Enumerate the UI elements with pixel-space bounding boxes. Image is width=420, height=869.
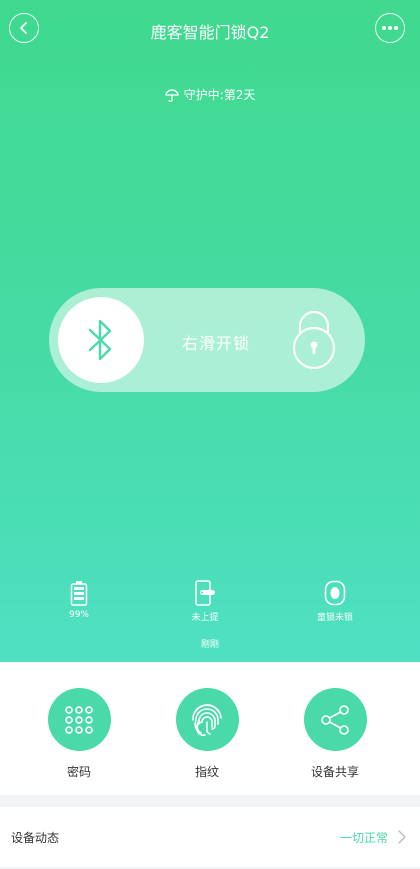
keypad-icon [65,705,93,734]
fingerprint-circle[interactable] [175,688,239,751]
fingerprint-icon [192,703,222,736]
padlock-icon [292,310,336,370]
child-lock-value: 童锁未锁 [316,613,353,623]
child-lock-icon [324,580,346,606]
quick-actions: 密码 指纹 设备共享 [0,662,420,795]
fingerprint-button[interactable]: 指纹 [152,688,262,780]
guard-status: 守护中:第2天 [0,86,420,103]
page-title: 鹿客智能门锁Q2 [150,23,270,42]
device-share-button[interactable]: 设备共享 [280,688,390,780]
password-circle[interactable] [47,688,111,751]
device-share-circle[interactable] [303,688,367,751]
guard-status-text: 守护中:第2天 [183,88,256,102]
chevron-right-icon [398,830,406,844]
fingerprint-label: 指纹 [194,765,219,779]
more-dots-icon [382,26,398,30]
door-handle-icon [195,580,215,606]
umbrella-icon [165,88,179,102]
more-button[interactable] [375,13,405,43]
handle-status: 未上提 [165,580,245,623]
slider-label: 右滑开锁 [182,334,251,353]
child-lock-status: 童锁未锁 [295,580,375,623]
device-share-label: 设备共享 [310,765,359,779]
battery-value: 99% [68,610,89,620]
battery-icon [70,581,88,606]
device-activity-row[interactable]: 设备动态 一切正常 [0,807,420,867]
device-activity-label: 设备动态 [11,831,60,845]
battery-status: 99% [39,580,119,620]
device-activity-value: 一切正常 [339,831,388,845]
password-button[interactable]: 密码 [24,688,134,780]
bluetooth-icon [88,319,112,361]
updated-time: 刚刚 [200,640,219,650]
password-label: 密码 [66,765,91,779]
share-icon [321,704,349,735]
handle-value: 未上提 [191,613,219,623]
slider-knob[interactable] [58,297,144,383]
